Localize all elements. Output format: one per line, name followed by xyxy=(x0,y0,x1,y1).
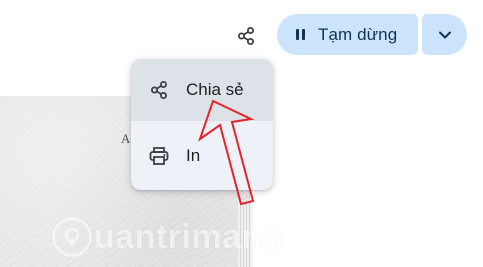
menu-item-share-label: Chia sẻ xyxy=(186,80,244,99)
watermark-text: uantrimang xyxy=(94,217,285,256)
document-text: A xyxy=(121,131,131,146)
share-icon xyxy=(238,27,254,45)
share-button[interactable] xyxy=(231,21,261,51)
more-options-dropdown-button[interactable] xyxy=(422,14,467,55)
printer-icon xyxy=(148,145,170,167)
share-icon xyxy=(148,79,170,101)
pause-button[interactable]: Tạm dừng xyxy=(277,14,418,55)
chevron-down-icon xyxy=(438,31,451,38)
menu-item-print[interactable]: In xyxy=(131,121,273,190)
watermark: uantrimang xyxy=(52,212,284,262)
pause-icon xyxy=(296,29,305,40)
watermark-logo-icon xyxy=(52,217,92,257)
menu-item-print-label: In xyxy=(186,145,201,165)
pause-button-label: Tạm dừng xyxy=(318,24,398,44)
share-menu: Chia sẻ In xyxy=(131,59,273,190)
menu-item-share[interactable]: Chia sẻ xyxy=(131,59,273,121)
